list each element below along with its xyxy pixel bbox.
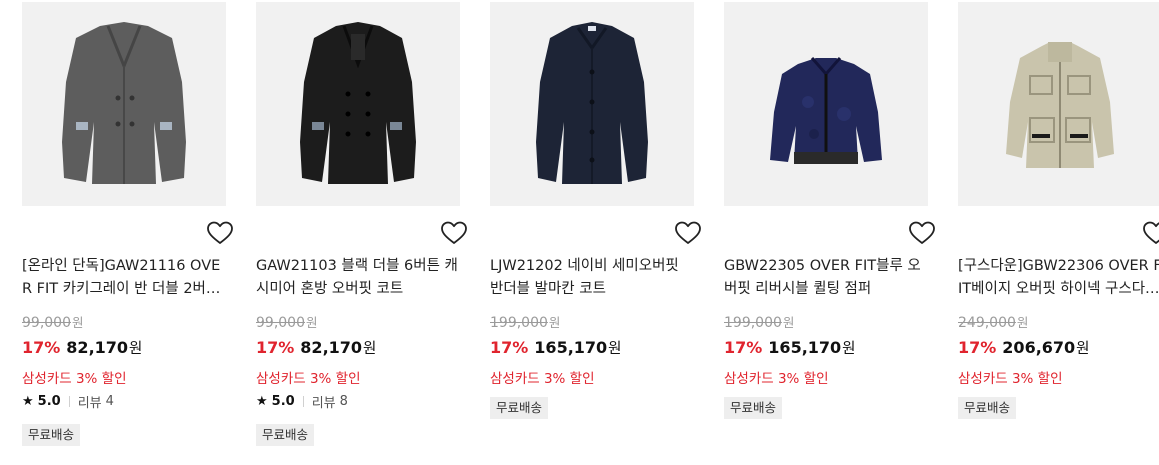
discount-rate: 17% <box>22 338 61 357</box>
product-name[interactable]: [구스다운]GBW22306 OVER FIT베이지 오버핏 하이넥 구스다운 … <box>958 255 1159 301</box>
product-card[interactable]: [온라인 단독]GAW21116 OVER FIT 카키그레이 반 더블 2버튼… <box>22 0 236 465</box>
black-double-coat-icon <box>256 2 460 206</box>
blue-fleece-jumper-icon <box>724 2 928 206</box>
wishlist-heart-icon[interactable] <box>440 220 468 246</box>
card-benefit: 삼성카드 3% 할인 <box>490 371 595 387</box>
sale-price-line: 17% 165,170원 <box>490 337 622 358</box>
product-image[interactable] <box>724 2 928 206</box>
review-label: 리뷰 <box>77 396 102 411</box>
original-price: 199,000원 <box>490 312 560 331</box>
card-benefit: 삼성카드 3% 할인 <box>22 371 127 387</box>
sale-price: 165,170 <box>534 338 608 357</box>
sale-price: 82,170 <box>300 338 363 357</box>
original-price: 99,000원 <box>256 312 318 331</box>
original-price-value: 249,000 <box>958 315 1016 331</box>
free-shipping-badge: 무료배송 <box>958 397 1017 419</box>
sale-price: 206,670 <box>1002 338 1076 357</box>
review-count: 8 <box>339 394 348 409</box>
wishlist-heart-icon[interactable] <box>1142 220 1159 246</box>
card-benefit: 삼성카드 3% 할인 <box>958 371 1063 387</box>
wishlist-heart-icon[interactable] <box>908 220 936 246</box>
divider <box>302 396 304 407</box>
product-image[interactable] <box>22 2 226 206</box>
currency-unit: 원 <box>1076 341 1090 357</box>
star-icon: ★ <box>22 394 34 409</box>
sale-price-line: 17% 165,170원 <box>724 337 856 358</box>
card-benefit: 삼성카드 3% 할인 <box>256 371 361 387</box>
review-label: 리뷰 <box>311 396 336 411</box>
free-shipping-badge: 무료배송 <box>22 424 81 446</box>
currency-unit: 원 <box>363 341 377 357</box>
discount-rate: 17% <box>490 338 529 357</box>
original-price-value: 199,000 <box>724 315 782 331</box>
product-name[interactable]: LJW21202 네이비 세미오버핏 반더블 발마칸 코트 <box>490 255 696 301</box>
currency-unit: 원 <box>782 315 795 330</box>
free-shipping-badge: 무료배송 <box>256 424 315 446</box>
sale-price: 82,170 <box>66 338 129 357</box>
currency-unit: 원 <box>1016 315 1029 330</box>
currency-unit: 원 <box>306 315 318 330</box>
original-price: 199,000원 <box>724 312 794 331</box>
currency-unit: 원 <box>72 315 84 330</box>
discount-rate: 17% <box>256 338 295 357</box>
sale-price-line: 17% 82,170원 <box>256 337 376 358</box>
original-price-value: 99,000 <box>256 315 305 331</box>
product-name[interactable]: GBW22305 OVER FIT블루 오버핏 리버시블 퀼팅 점퍼 <box>724 255 930 301</box>
product-card[interactable]: GBW22305 OVER FIT블루 오버핏 리버시블 퀼팅 점퍼 199,0… <box>724 0 938 465</box>
sale-price-line: 17% 206,670원 <box>958 337 1090 358</box>
original-price-value: 99,000 <box>22 315 71 331</box>
sale-price: 165,170 <box>768 338 842 357</box>
beige-goose-down-jacket-icon <box>958 2 1159 206</box>
product-image[interactable] <box>958 2 1159 206</box>
original-price-value: 199,000 <box>490 315 548 331</box>
divider <box>68 396 70 407</box>
rating-score: 5.0 <box>37 394 61 409</box>
rating-review[interactable]: ★ 5.0 리뷰 8 <box>256 392 348 411</box>
rating-review[interactable]: ★ 5.0 리뷰 4 <box>22 392 114 411</box>
original-price: 99,000원 <box>22 312 84 331</box>
discount-rate: 17% <box>958 338 997 357</box>
free-shipping-badge: 무료배송 <box>490 397 549 419</box>
sale-price-line: 17% 82,170원 <box>22 337 142 358</box>
product-name[interactable]: [온라인 단독]GAW21116 OVER FIT 카키그레이 반 더블 2버튼… <box>22 255 228 301</box>
card-benefit: 삼성카드 3% 할인 <box>724 371 829 387</box>
product-image[interactable] <box>256 2 460 206</box>
currency-unit: 원 <box>129 341 143 357</box>
currency-unit: 원 <box>608 341 622 357</box>
wishlist-heart-icon[interactable] <box>674 220 702 246</box>
product-card[interactable]: LJW21202 네이비 세미오버핏 반더블 발마칸 코트 199,000원 1… <box>490 0 704 465</box>
product-card[interactable]: GAW21103 블랙 더블 6버튼 캐시미어 혼방 오버핏 코트 99,000… <box>256 0 470 465</box>
product-image[interactable] <box>490 2 694 206</box>
rating-score: 5.0 <box>271 394 295 409</box>
currency-unit: 원 <box>842 341 856 357</box>
free-shipping-badge: 무료배송 <box>724 397 783 419</box>
product-card[interactable]: [구스다운]GBW22306 OVER FIT베이지 오버핏 하이넥 구스다운 … <box>958 0 1159 465</box>
navy-balmacaan-coat-icon <box>490 2 694 206</box>
review-count: 4 <box>105 394 114 409</box>
star-icon: ★ <box>256 394 268 409</box>
product-grid: [온라인 단독]GAW21116 OVER FIT 카키그레이 반 더블 2버튼… <box>0 0 1159 465</box>
product-name[interactable]: GAW21103 블랙 더블 6버튼 캐시미어 혼방 오버핏 코트 <box>256 255 462 301</box>
wishlist-heart-icon[interactable] <box>206 220 234 246</box>
discount-rate: 17% <box>724 338 763 357</box>
original-price: 249,000원 <box>958 312 1028 331</box>
currency-unit: 원 <box>548 315 561 330</box>
gray-double-coat-icon <box>22 2 226 206</box>
